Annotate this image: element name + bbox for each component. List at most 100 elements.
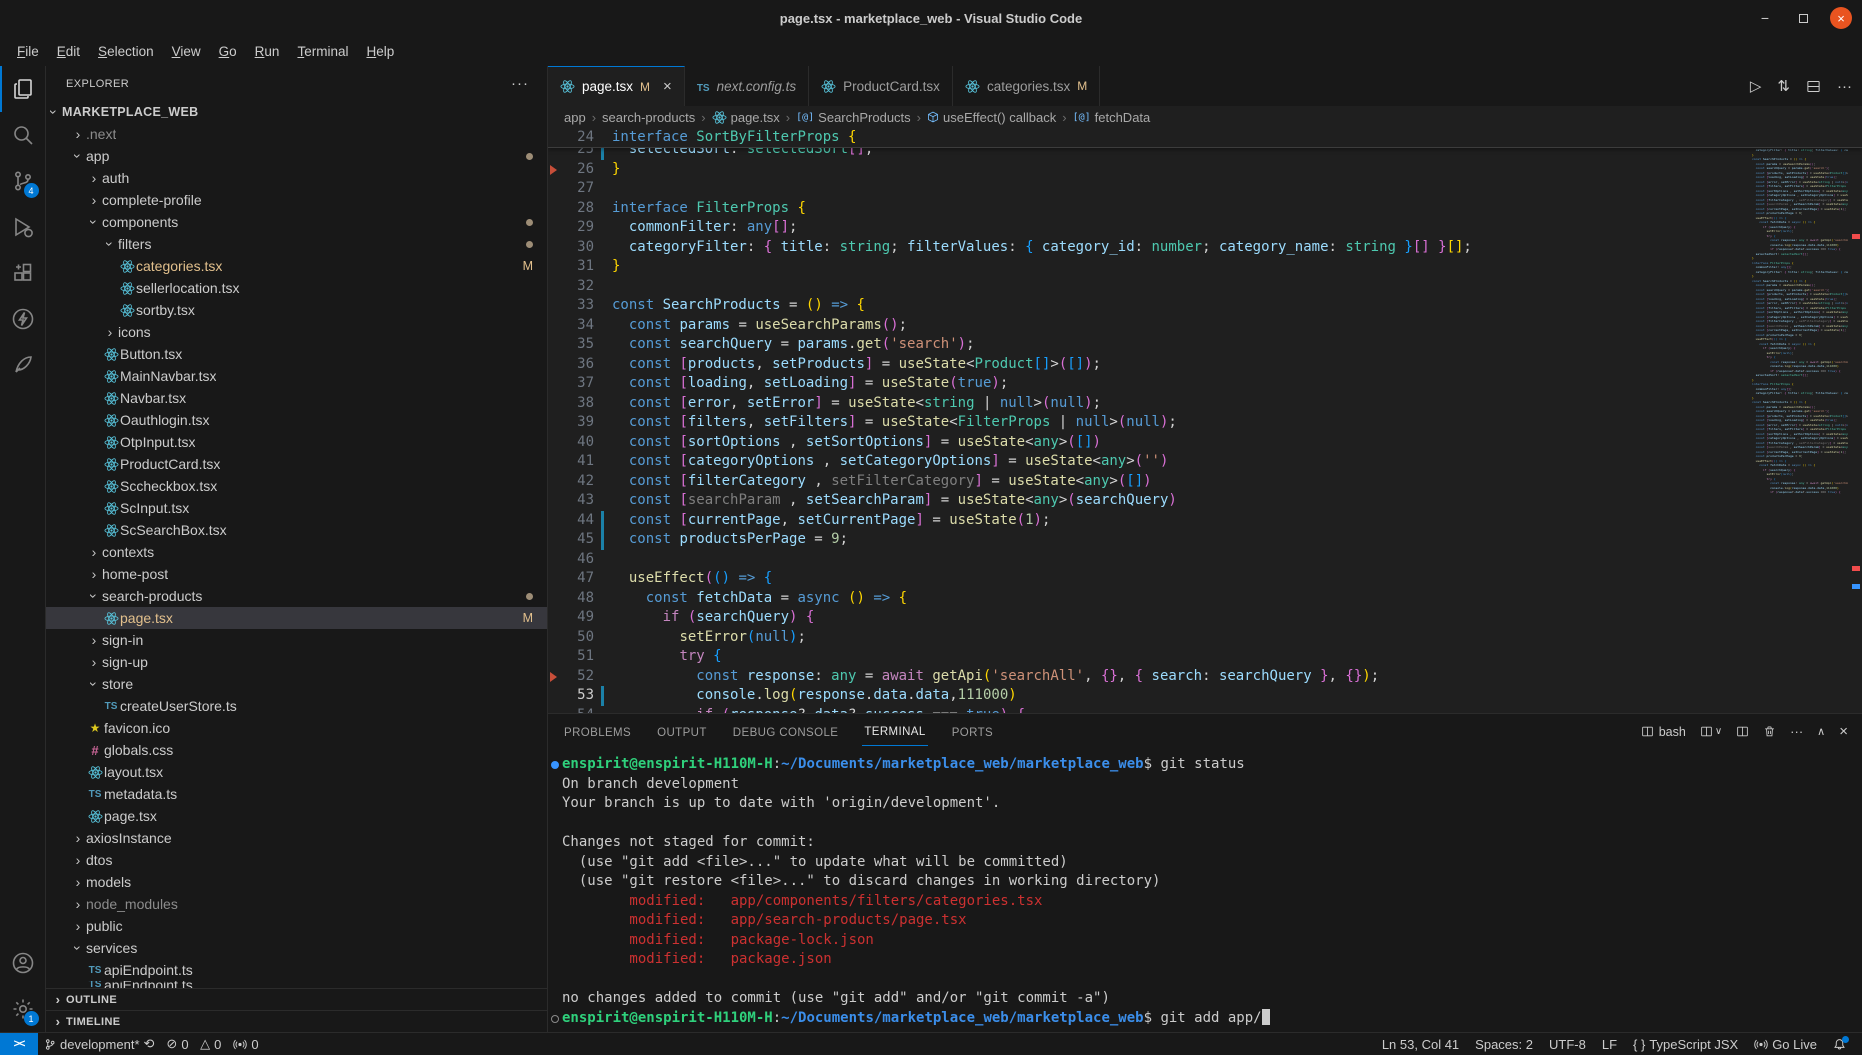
code-line-39[interactable]: 39 const [filters, setFilters] = useStat… <box>548 413 1862 433</box>
code-line-40[interactable]: 40 const [sortOptions , setSortOptions] … <box>548 433 1862 453</box>
code-editor[interactable]: 24interface SortByFilterProps {25 select… <box>548 128 1862 713</box>
kill-terminal-button[interactable] <box>1763 725 1776 738</box>
new-terminal-button[interactable]: ∨ <box>1700 725 1722 738</box>
outline-section[interactable]: › OUTLINE <box>46 988 547 1010</box>
tree-item-page-tsx[interactable]: page.tsx <box>46 805 547 827</box>
tree-item-store[interactable]: ›store <box>46 673 547 695</box>
tree-item-models[interactable]: ›models <box>46 871 547 893</box>
code-line-26[interactable]: 26} <box>548 160 1862 180</box>
tree-item-otpinput-tsx[interactable]: OtpInput.tsx <box>46 431 547 453</box>
tree-item-sellerlocation-tsx[interactable]: sellerlocation.tsx <box>46 277 547 299</box>
activity-thunder-client[interactable] <box>0 296 46 342</box>
panel-tab-ports[interactable]: PORTS <box>950 718 995 746</box>
code-line-34[interactable]: 34 const params = useSearchParams(); <box>548 316 1862 336</box>
tree-item-icons[interactable]: ›icons <box>46 321 547 343</box>
more-actions-icon[interactable]: ··· <box>1837 78 1852 95</box>
language-mode[interactable]: { }TypeScript JSX <box>1625 1033 1746 1055</box>
sticky-scroll-line[interactable]: 24interface SortByFilterProps { <box>548 128 1862 148</box>
code-line-52[interactable]: 52 const response: any = await getApi('s… <box>548 667 1862 687</box>
menu-item-selection[interactable]: Selection <box>89 41 163 62</box>
tree-item-categories-tsx[interactable]: categories.tsxM <box>46 255 547 277</box>
activity-quill-extension[interactable] <box>0 342 46 388</box>
menu-item-go[interactable]: Go <box>210 41 246 62</box>
ports-status[interactable]: 0 <box>227 1033 264 1055</box>
code-line-36[interactable]: 36 const [products, setProducts] = useSt… <box>548 355 1862 375</box>
tree-item-mainnavbar-tsx[interactable]: MainNavbar.tsx <box>46 365 547 387</box>
command-decoration-icon[interactable] <box>551 1015 559 1023</box>
tree-item-node-modules[interactable]: ›node_modules <box>46 893 547 915</box>
notifications[interactable] <box>1825 1033 1854 1055</box>
tree-item-home-post[interactable]: ›home-post <box>46 563 547 585</box>
tree-root[interactable]: ›MARKETPLACE_WEB <box>46 101 547 123</box>
tree-item-apiendpoint-ts[interactable]: TSapiEndpoint.ts <box>46 981 547 988</box>
menu-item-run[interactable]: Run <box>246 41 289 62</box>
open-changes-icon[interactable]: ⇅ <box>1777 77 1790 95</box>
tree-item-scsearchbox-tsx[interactable]: ScSearchBox.tsx <box>46 519 547 541</box>
tree-item-globals-css[interactable]: #globals.css <box>46 739 547 761</box>
menu-item-file[interactable]: File <box>8 41 48 62</box>
timeline-section[interactable]: › TIMELINE <box>46 1010 547 1032</box>
tree-item-productcard-tsx[interactable]: ProductCard.tsx <box>46 453 547 475</box>
tree-item-navbar-tsx[interactable]: Navbar.tsx <box>46 387 547 409</box>
code-line-28[interactable]: 28interface FilterProps { <box>548 199 1862 219</box>
close-button[interactable]: × <box>1830 7 1852 29</box>
tab-categories-tsx[interactable]: categories.tsxM <box>953 66 1100 106</box>
maximize-button[interactable] <box>1792 7 1814 29</box>
minimize-button[interactable]: − <box>1754 7 1776 29</box>
tree-item-button-tsx[interactable]: Button.tsx <box>46 343 547 365</box>
code-line-44[interactable]: 44 const [currentPage, setCurrentPage] =… <box>548 511 1862 531</box>
tree-item-metadata-ts[interactable]: TSmetadata.ts <box>46 783 547 805</box>
code-line-42[interactable]: 42 const [filterCategory , setFilterCate… <box>548 472 1862 492</box>
code-line-31[interactable]: 31} <box>548 257 1862 277</box>
activity-settings[interactable]: 1 <box>0 986 46 1032</box>
tab-productcard-tsx[interactable]: ProductCard.tsx <box>809 66 953 106</box>
views-more-icon[interactable]: ··· <box>511 75 529 92</box>
code-line-38[interactable]: 38 const [error, setError] = useState<st… <box>548 394 1862 414</box>
cursor-position[interactable]: Ln 53, Col 41 <box>1374 1033 1467 1055</box>
activity-source-control[interactable]: 4 <box>0 158 46 204</box>
code-line-37[interactable]: 37 const [loading, setLoading] = useStat… <box>548 374 1862 394</box>
activity-accounts[interactable] <box>0 940 46 986</box>
code-line-30[interactable]: 30 categoryFilter: { title: string; filt… <box>548 238 1862 258</box>
problems-status[interactable]: ⊘0 △0 <box>160 1033 227 1055</box>
code-line-27[interactable]: 27 <box>548 179 1862 199</box>
tree-item-dtos[interactable]: ›dtos <box>46 849 547 871</box>
tree-item-app[interactable]: ›app <box>46 145 547 167</box>
encoding[interactable]: UTF-8 <box>1541 1033 1594 1055</box>
activity-search[interactable] <box>0 112 46 158</box>
split-editor-icon[interactable] <box>1806 79 1821 94</box>
tree-item-services[interactable]: ›services <box>46 937 547 959</box>
tree-item-oauthlogin-tsx[interactable]: Oauthlogin.tsx <box>46 409 547 431</box>
tree-item-sign-in[interactable]: ›sign-in <box>46 629 547 651</box>
menu-item-terminal[interactable]: Terminal <box>288 41 357 62</box>
code-line-46[interactable]: 46 <box>548 550 1862 570</box>
tree-item-search-products[interactable]: ›search-products <box>46 585 547 607</box>
panel-tab-terminal[interactable]: TERMINAL <box>862 717 927 746</box>
menu-item-help[interactable]: Help <box>357 41 403 62</box>
breadcrumb-item[interactable]: app <box>564 110 586 125</box>
breadcrumb-item[interactable]: [@]fetchData <box>1073 110 1151 125</box>
code-line-47[interactable]: 47 useEffect(() => { <box>548 569 1862 589</box>
tree-item-auth[interactable]: ›auth <box>46 167 547 189</box>
eol-sequence[interactable]: LF <box>1594 1033 1625 1055</box>
tree-item-sortby-tsx[interactable]: sortby.tsx <box>46 299 547 321</box>
breadcrumb-item[interactable]: useEffect() callback <box>927 110 1056 125</box>
tree-item-sign-up[interactable]: ›sign-up <box>46 651 547 673</box>
tab-page-tsx[interactable]: page.tsxM× <box>548 66 685 106</box>
tree-item-layout-tsx[interactable]: layout.tsx <box>46 761 547 783</box>
code-line-54[interactable]: 54 if (response?.data?.success === true)… <box>548 706 1862 714</box>
code-line-25[interactable]: 25 selectedSort: selectedSort[]; <box>548 148 1862 160</box>
tree-item-createuserstore-ts[interactable]: TScreateUserStore.ts <box>46 695 547 717</box>
split-terminal-button[interactable] <box>1736 725 1749 738</box>
indentation[interactable]: Spaces: 2 <box>1467 1033 1541 1055</box>
panel-tab-debug-console[interactable]: DEBUG CONSOLE <box>731 718 841 746</box>
tree-item-complete-profile[interactable]: ›complete-profile <box>46 189 547 211</box>
go-live[interactable]: Go Live <box>1746 1033 1825 1055</box>
git-branch-status[interactable]: development*⟲ <box>38 1033 160 1055</box>
activity-extensions[interactable] <box>0 250 46 296</box>
remote-indicator[interactable]: >< <box>0 1033 38 1055</box>
code-line-49[interactable]: 49 if (searchQuery) { <box>548 608 1862 628</box>
code-line-35[interactable]: 35 const searchQuery = params.get('searc… <box>548 335 1862 355</box>
tree-item--next[interactable]: ›.next <box>46 123 547 145</box>
breadcrumb-item[interactable]: search-products <box>602 110 695 125</box>
